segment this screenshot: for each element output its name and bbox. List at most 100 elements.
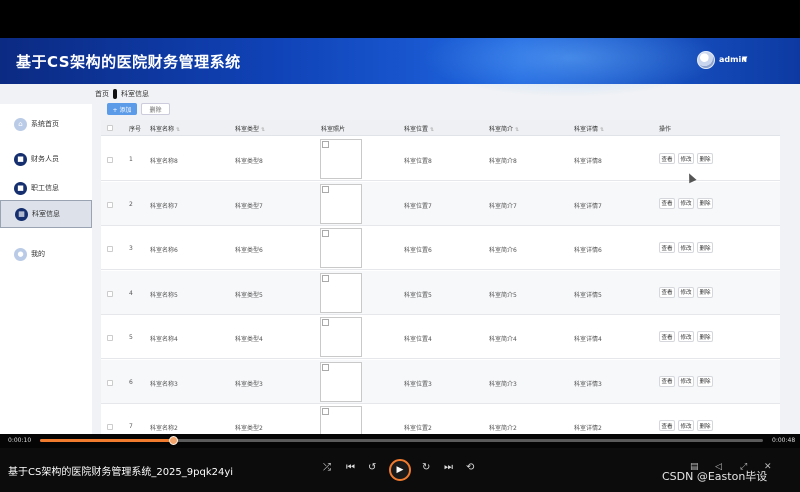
row-checkbox[interactable] [107, 379, 113, 386]
total-time: 0:00:48 [772, 437, 796, 444]
seek-bar[interactable] [40, 436, 763, 445]
cell-location: 科室位置4 [404, 336, 432, 343]
edit-button[interactable]: 修改 [678, 242, 694, 253]
select-all-checkbox[interactable] [107, 125, 113, 131]
cell-location: 科室位置7 [404, 202, 432, 210]
row-checkbox[interactable] [107, 290, 113, 297]
sidebar-item-employees[interactable]: ■ 职工信息 [0, 174, 92, 202]
edit-button[interactable]: 修改 [678, 286, 694, 298]
cell-intro: 科室简介4 [489, 336, 517, 343]
sidebar-item-departments[interactable]: ▦ 科室信息 [0, 200, 92, 228]
cell-intro: 科室简介2 [489, 425, 517, 432]
delete-button[interactable]: 删除 [697, 331, 713, 342]
cell-type: 科室类型2 [235, 425, 263, 432]
avatar[interactable] [697, 51, 715, 69]
row-checkbox[interactable] [107, 424, 113, 430]
cell-detail: 科室详情2 [574, 425, 602, 432]
delete-button[interactable]: 删除 [697, 286, 713, 298]
edit-button[interactable]: 修改 [678, 331, 694, 342]
breadcrumb: 首页 科室信息 [95, 87, 149, 101]
app-window: 基于CS架构的医院财务管理系统 admin ▼ 首页 科室信息 ⌂ 系统首页 ■… [0, 38, 800, 434]
edit-button[interactable]: 修改 [678, 375, 694, 387]
previous-icon[interactable]: ⏮ [346, 462, 355, 473]
cell-intro: 科室简介5 [489, 291, 517, 299]
sort-icon: ⇅ [261, 127, 266, 133]
view-button[interactable]: 查看 [659, 153, 675, 164]
forward-icon[interactable]: ↻ [422, 462, 430, 473]
header-glow [420, 38, 720, 98]
col-header-detail[interactable]: 科室详情 ⇅ [574, 124, 604, 133]
delete-button[interactable]: 删除 [697, 420, 713, 431]
cell-type: 科室类型8 [235, 158, 263, 165]
cell-intro: 科室简介3 [489, 380, 517, 388]
col-header-label: 科室类型 [235, 126, 260, 133]
cell-name: 科室名称2 [150, 425, 178, 432]
col-header-photo: 科室照片 [321, 126, 346, 133]
view-button[interactable]: 查看 [659, 242, 675, 253]
app-title: 基于CS架构的医院财务管理系统 [16, 53, 241, 71]
sidebar-item-label: 职工信息 [31, 184, 59, 192]
row-checkbox[interactable] [107, 246, 113, 252]
col-header-actions: 操作 [659, 126, 672, 133]
row-checkbox[interactable] [107, 335, 113, 341]
col-header-name[interactable]: 科室名称 ⇅ [150, 124, 180, 133]
col-header-label: 科室详情 [574, 126, 599, 133]
broken-image-icon [320, 361, 362, 402]
cell-type: 科室类型7 [235, 202, 263, 210]
cell-no: 5 [129, 334, 133, 341]
cell-name: 科室名称7 [150, 202, 178, 210]
sidebar-item-label: 我的 [31, 250, 45, 258]
col-header-intro[interactable]: 科室简介 ⇅ [489, 124, 519, 133]
cell-detail: 科室详情5 [574, 291, 602, 299]
cell-intro: 科室简介7 [489, 202, 517, 210]
home-icon: ⌂ [14, 117, 27, 131]
cell-type: 科室类型6 [235, 247, 263, 254]
sidebar-item-mine[interactable]: ● 我的 [0, 240, 92, 268]
add-button[interactable]: + 添加 [107, 103, 137, 115]
department-table: 序号 科室名称 ⇅ 科室类型 ⇅ 科室照片 科室位置 ⇅ 科室简介 ⇅ 科室详情 ⇅ 操作… [101, 120, 780, 434]
row-checkbox[interactable] [107, 201, 113, 208]
table-row: 1 科室名称8 科室类型8 科室位置8 科室简介8 科室详情8 查看 修改 删除 [101, 137, 780, 181]
col-header-type[interactable]: 科室类型 ⇅ [235, 124, 265, 133]
view-button[interactable]: 查看 [659, 197, 675, 209]
app-header: 基于CS架构的医院财务管理系统 admin ▼ [0, 38, 800, 98]
play-icon: ▶ [396, 465, 404, 475]
breadcrumb-home[interactable]: 首页 [95, 89, 109, 99]
delete-button[interactable]: 删除 [697, 153, 713, 164]
view-button[interactable]: 查看 [659, 420, 675, 431]
next-icon[interactable]: ⏭ [444, 462, 453, 473]
col-header-location[interactable]: 科室位置 ⇅ [404, 124, 434, 133]
cell-name: 科室名称3 [150, 380, 178, 388]
chevron-down-icon[interactable]: ▼ [742, 55, 747, 63]
cell-type: 科室类型3 [235, 380, 263, 388]
bulk-delete-button[interactable]: 删除 [141, 103, 170, 115]
col-header-label: 科室位置 [404, 126, 429, 133]
rewind-icon[interactable]: ↺ [368, 462, 376, 473]
sort-icon: ⇅ [176, 127, 181, 133]
sidebar-item-label: 系统首页 [31, 120, 59, 128]
edit-button[interactable]: 修改 [678, 420, 694, 431]
delete-button[interactable]: 删除 [697, 197, 713, 209]
sidebar: ⌂ 系统首页 ■ 财务人员 ■ 职工信息 ▦ 科室信息 ● 我的 [0, 104, 92, 434]
view-button[interactable]: 查看 [659, 375, 675, 387]
seek-bar-fill [40, 439, 174, 442]
loop-icon[interactable]: ⟲ [466, 462, 474, 473]
edit-button[interactable]: 修改 [678, 153, 694, 164]
cell-no: 6 [129, 378, 133, 386]
cell-location: 科室位置6 [404, 247, 432, 254]
shuffle-icon[interactable]: ⤮ [323, 462, 331, 473]
view-button[interactable]: 查看 [659, 286, 675, 298]
cell-type: 科室类型4 [235, 336, 263, 343]
edit-button[interactable]: 修改 [678, 197, 694, 209]
delete-button[interactable]: 删除 [697, 242, 713, 253]
col-header-label: 科室名称 [150, 126, 175, 133]
play-button[interactable]: ▶ [389, 459, 411, 481]
row-checkbox[interactable] [107, 157, 113, 163]
sidebar-item-home[interactable]: ⌂ 系统首页 [0, 110, 92, 138]
broken-image-icon [320, 228, 362, 268]
sidebar-item-finance-staff[interactable]: ■ 财务人员 [0, 145, 92, 173]
delete-button[interactable]: 删除 [697, 375, 713, 387]
seek-handle[interactable] [168, 436, 178, 445]
broken-image-icon [320, 139, 362, 179]
view-button[interactable]: 查看 [659, 331, 675, 342]
